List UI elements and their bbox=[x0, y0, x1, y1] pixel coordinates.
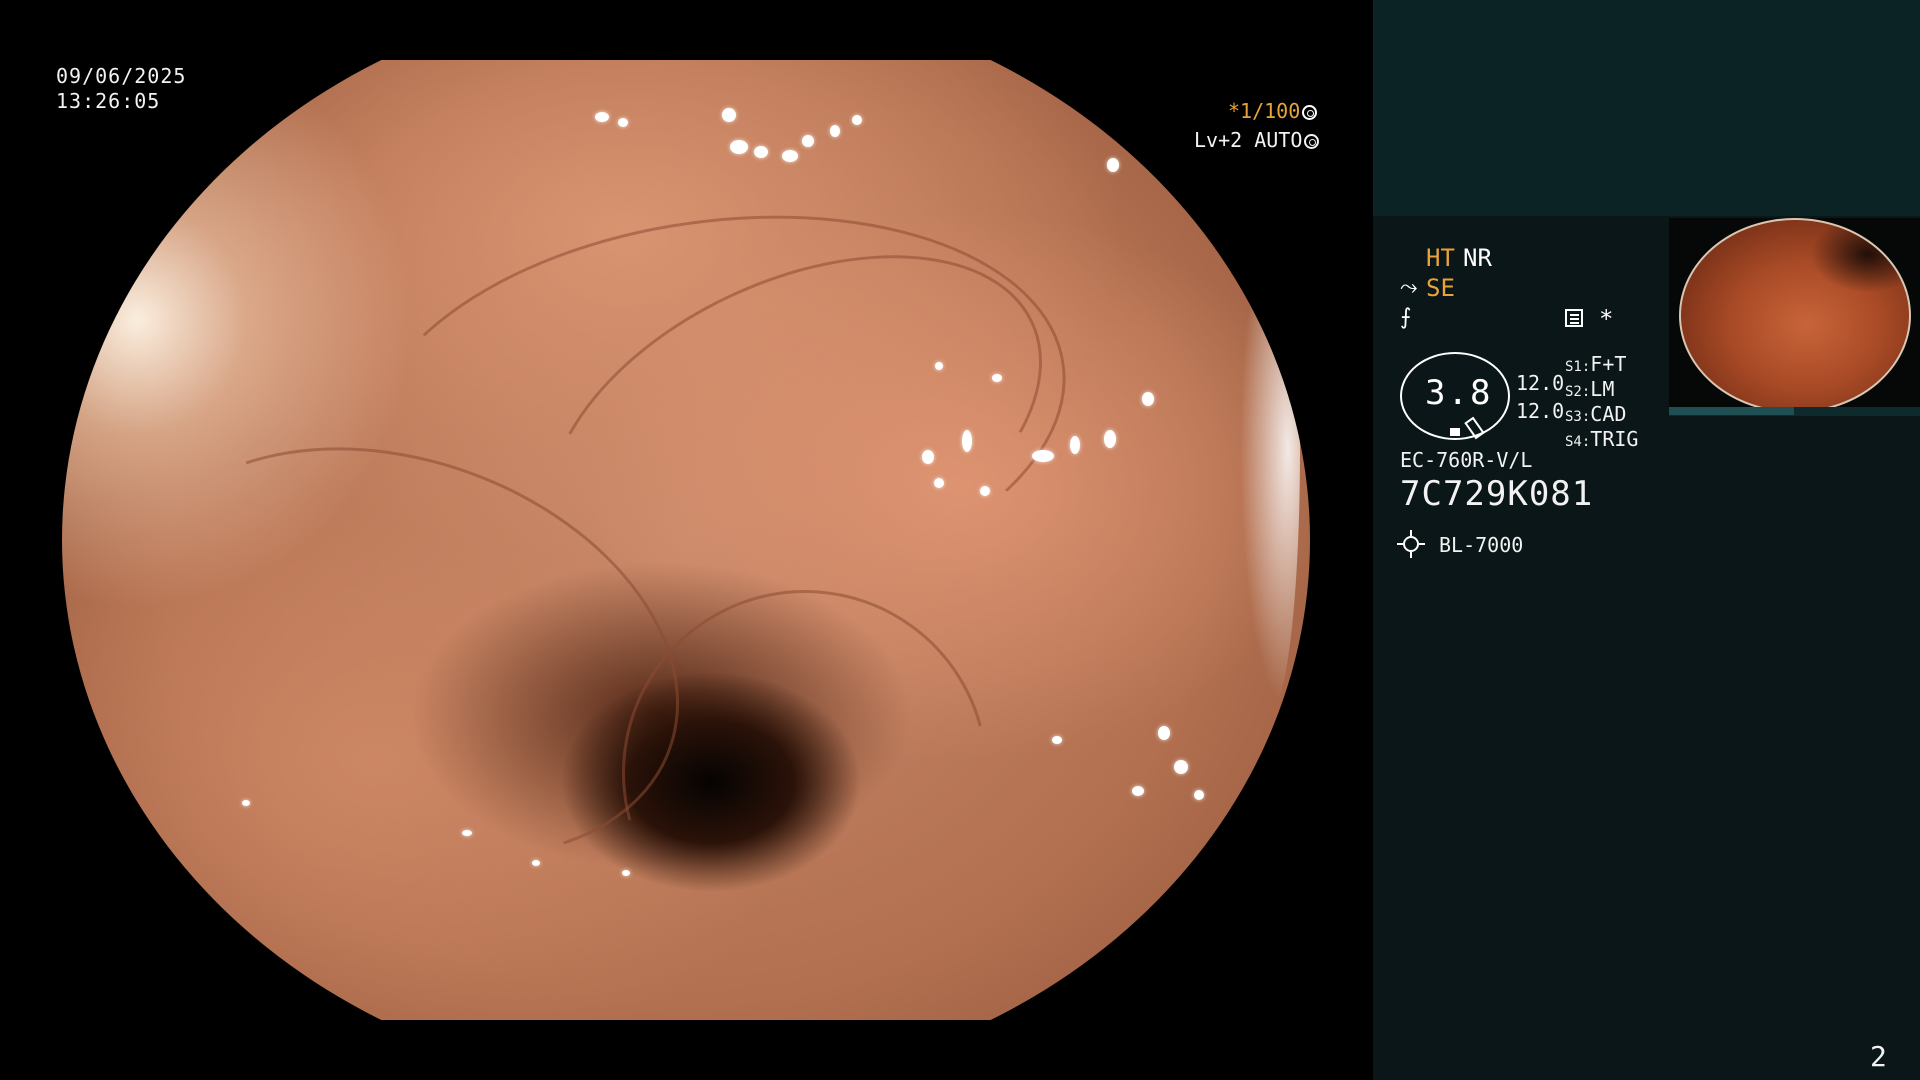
switch-label: S3: bbox=[1565, 409, 1591, 425]
light-reflection bbox=[1052, 736, 1062, 744]
light-reflection bbox=[852, 115, 862, 125]
light-reflection bbox=[1142, 392, 1154, 406]
light-reflection bbox=[782, 150, 798, 162]
structure-enhance-icon: ⤳ bbox=[1400, 275, 1418, 300]
memo-icon bbox=[1565, 309, 1583, 327]
scope-model: EC-760R-V/L bbox=[1400, 448, 1533, 472]
ratio-value: 3.8 bbox=[1425, 373, 1493, 413]
switch-label: S4: bbox=[1565, 434, 1591, 450]
gauge-square-icon bbox=[1450, 428, 1460, 436]
light-reflection bbox=[980, 486, 990, 496]
switch-label: S1: bbox=[1565, 359, 1591, 375]
switch-3: S3:CAD bbox=[1565, 402, 1626, 426]
switch-1: S1:F+T bbox=[1565, 352, 1626, 376]
light-reflection bbox=[1158, 726, 1170, 740]
light-reflection bbox=[1032, 450, 1054, 462]
light-source-model: BL-7000 bbox=[1439, 533, 1524, 557]
endoscope-image bbox=[62, 60, 1310, 1020]
switch-4: S4:TRIG bbox=[1565, 427, 1638, 451]
light-reflection bbox=[934, 478, 944, 488]
light-reflection bbox=[595, 112, 609, 122]
date-display: 09/06/2025 bbox=[56, 64, 187, 88]
setting-value-b: 12.0 bbox=[1516, 399, 1565, 423]
switch-2: S2:LM bbox=[1565, 377, 1614, 401]
light-reflection bbox=[754, 146, 768, 158]
light-reflection bbox=[1104, 430, 1116, 448]
light-reflection bbox=[730, 140, 748, 154]
light-reflection bbox=[962, 430, 972, 452]
light-reflection bbox=[992, 374, 1002, 382]
time-display: 13:26:05 bbox=[56, 89, 161, 113]
nr-mode-label: NR bbox=[1463, 244, 1492, 272]
shutter-value: *1/100 bbox=[1228, 99, 1301, 123]
ht-mode-label: HT bbox=[1426, 244, 1455, 272]
switch-value: F+T bbox=[1590, 352, 1627, 376]
color-enhance-icon: ⨍ bbox=[1400, 305, 1412, 330]
asterisk-marker: * bbox=[1599, 305, 1614, 333]
light-reflection bbox=[1174, 760, 1188, 774]
light-reflection bbox=[722, 108, 736, 122]
info-panel-header bbox=[1373, 0, 1920, 216]
light-reflection bbox=[1194, 790, 1204, 800]
thumbnail-bar-accent bbox=[1669, 407, 1794, 415]
thumbnail-frame bbox=[1669, 218, 1920, 416]
light-reflection bbox=[1107, 158, 1119, 172]
light-reflection bbox=[830, 125, 840, 137]
rim-reflection bbox=[1240, 190, 1300, 710]
switch-value: LM bbox=[1590, 377, 1615, 401]
se-mode-label: SE bbox=[1426, 274, 1455, 302]
iris-icon bbox=[1304, 134, 1320, 149]
light-reflection bbox=[242, 800, 250, 806]
level-value: Lv+2 AUTO bbox=[1194, 128, 1303, 152]
light-reflection bbox=[922, 450, 934, 464]
light-reflection bbox=[618, 118, 628, 127]
switch-label: S2: bbox=[1565, 384, 1591, 400]
setting-value-a: 12.0 bbox=[1516, 371, 1565, 395]
light-reflection bbox=[532, 860, 540, 866]
light-reflection bbox=[1132, 786, 1144, 796]
endoscopy-screen: 09/06/2025 13:26:05 *1/100 Lv+2 AUTO HT … bbox=[0, 0, 1920, 1080]
light-reflection bbox=[462, 830, 472, 836]
switch-value: CAD bbox=[1590, 402, 1627, 426]
light-source-icon bbox=[1403, 536, 1419, 552]
endoscope-view bbox=[62, 60, 1310, 1020]
light-reflection bbox=[935, 362, 943, 370]
light-reflection bbox=[1070, 436, 1080, 454]
brightness-level-display: Lv+2 AUTO bbox=[1194, 128, 1320, 152]
light-reflection bbox=[802, 135, 814, 147]
page-number: 2 bbox=[1870, 1040, 1887, 1073]
shutter-speed-display: *1/100 bbox=[1228, 99, 1318, 123]
info-panel: HT NR ⤳ SE ⨍ * 3.8 12.0 12.0 S1:F+T S2:L… bbox=[1373, 0, 1920, 1080]
light-reflection bbox=[622, 870, 630, 876]
shutter-icon bbox=[1302, 105, 1318, 120]
scope-serial-number: 7C729K081 bbox=[1400, 474, 1594, 514]
thumbnail-image bbox=[1679, 218, 1911, 413]
switch-value: TRIG bbox=[1590, 427, 1639, 451]
